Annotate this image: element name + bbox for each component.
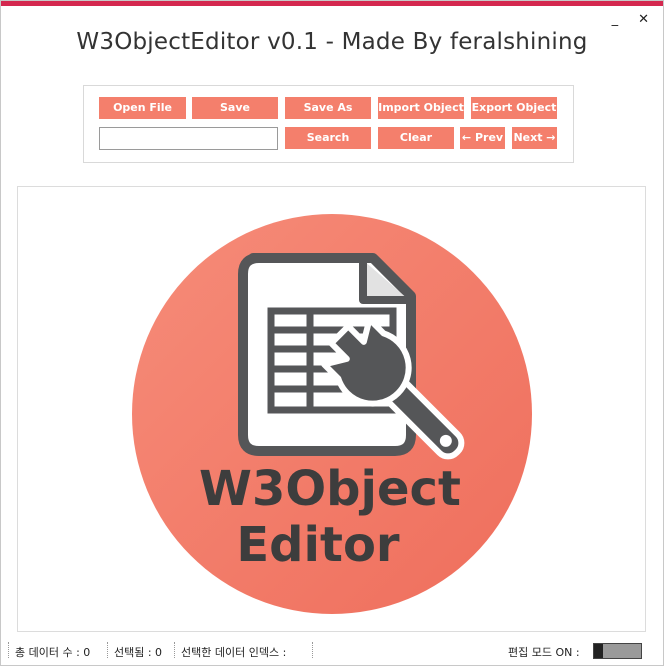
toggle-knob[interactable] [594,644,603,658]
app-logo: W3Object Editor [132,214,532,614]
next-button[interactable]: Next → [512,127,557,149]
status-separator [107,642,109,658]
open-file-button[interactable]: Open File [99,97,186,119]
selected-count-label: 선택됨 : 0 [114,646,163,659]
minimize-button[interactable]: _ [612,13,619,27]
close-button[interactable]: ✕ [638,13,649,27]
import-object-button[interactable]: Import Object [378,97,464,119]
status-separator [174,642,176,658]
window-controls: _ ✕ [612,13,649,27]
clear-button[interactable]: Clear [378,127,454,149]
selected-index-label: 선택한 데이터 인덱스 : [181,646,287,659]
logo-text-line1: W3Object [199,461,461,517]
prev-button[interactable]: ← Prev [460,127,505,149]
window-accent-bar [1,1,663,6]
app-window: _ ✕ W3ObjectEditor v0.1 - Made By ferals… [0,0,664,666]
status-bar: 총 데이터 수 : 0 선택됨 : 0 선택한 데이터 인덱스 : 편집 모드 … [1,638,665,665]
search-input[interactable] [99,127,278,150]
status-separator [8,642,10,658]
edit-mode-toggle[interactable] [593,643,642,659]
save-button[interactable]: Save [192,97,278,119]
save-as-button[interactable]: Save As [285,97,371,119]
search-button[interactable]: Search [285,127,371,149]
export-object-button[interactable]: Export Object [471,97,557,119]
main-content-area: W3Object Editor [17,186,646,632]
logo-text-line2: Editor [236,517,400,573]
app-title: W3ObjectEditor v0.1 - Made By feralshini… [76,29,588,55]
edit-mode-label: 편집 모드 ON : [508,646,580,659]
toolbar: Open File Save Save As Import Object Exp… [83,85,574,163]
status-separator [312,642,314,658]
total-count-label: 총 데이터 수 : 0 [15,646,91,659]
